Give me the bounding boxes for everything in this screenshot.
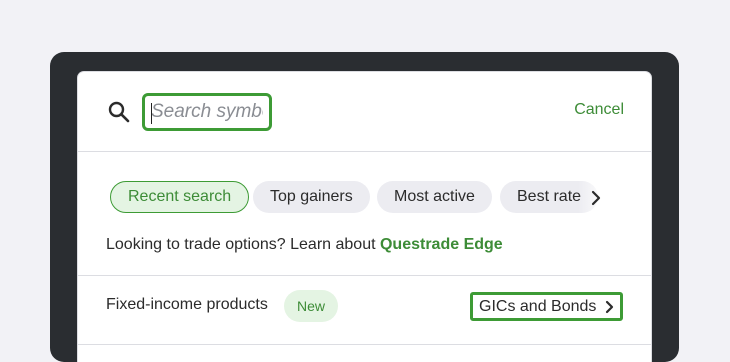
- new-badge: New: [284, 290, 339, 322]
- divider: [78, 151, 651, 152]
- search-input[interactable]: [145, 96, 269, 128]
- gics-and-bonds-button[interactable]: GICs and Bonds: [470, 292, 623, 321]
- options-prompt-text: Looking to trade options? Learn about: [106, 236, 380, 253]
- search-input-container[interactable]: [142, 93, 272, 131]
- questrade-edge-link[interactable]: Questrade Edge: [380, 236, 503, 253]
- cancel-button[interactable]: Cancel: [574, 101, 624, 119]
- options-prompt: Looking to trade options? Learn about Qu…: [106, 236, 503, 254]
- chevron-right-icon: [604, 300, 616, 314]
- category-chip-row: Recent search Top gainers Most active Be…: [110, 181, 620, 215]
- symbol-search-panel: Cancel Recent search Top gainers Most ac…: [78, 72, 651, 362]
- search-icon: [108, 101, 130, 123]
- divider: [78, 344, 651, 345]
- gics-and-bonds-label: GICs and Bonds: [479, 298, 597, 315]
- chevron-right-icon[interactable]: [586, 189, 606, 207]
- chip-top-gainers[interactable]: Top gainers: [253, 181, 370, 213]
- search-row: Cancel: [78, 72, 651, 151]
- fixed-income-label: Fixed-income products: [106, 296, 268, 313]
- divider: [78, 275, 651, 276]
- chip-most-active[interactable]: Most active: [377, 181, 492, 213]
- text-cursor: [151, 103, 152, 124]
- chip-recent-search[interactable]: Recent search: [110, 181, 250, 213]
